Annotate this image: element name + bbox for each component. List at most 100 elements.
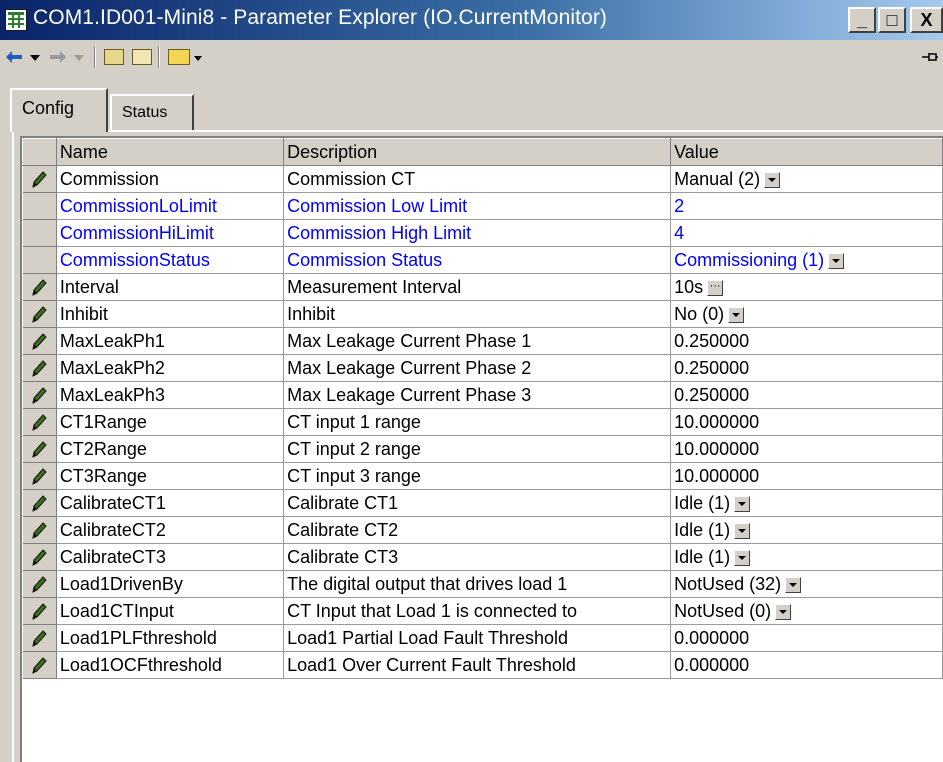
dropdown-arrow-icon[interactable]: [728, 306, 745, 323]
dropdown-arrow-icon: [74, 55, 84, 61]
pencil-icon: [32, 548, 47, 566]
title-bar[interactable]: COM1.ID001-Mini8 - Parameter Explorer (I…: [0, 0, 943, 40]
pencil-icon: [32, 359, 47, 377]
parameter-value-cell[interactable]: 0.000000: [670, 624, 943, 652]
table-row[interactable]: CalibrateCT1 Calibrate CT1 Idle (1): [22, 489, 943, 517]
parameter-value-cell[interactable]: Idle (1): [670, 543, 943, 571]
dropdown-arrow-icon[interactable]: [734, 522, 751, 539]
forward-arrow-icon: [50, 51, 66, 63]
parameter-value-cell[interactable]: Idle (1): [670, 516, 943, 544]
dropdown-arrow-icon: [30, 55, 40, 61]
dropdown-arrow-icon[interactable]: [775, 603, 792, 620]
minimize-button[interactable]: _: [848, 7, 876, 33]
parameter-value: NotUsed (32): [674, 573, 782, 594]
parameter-value: Idle (1): [674, 546, 731, 567]
folder-icon[interactable]: [132, 49, 152, 65]
parameter-name: Load1PLFthreshold: [56, 624, 285, 652]
parameter-description: CT Input that Load 1 is connected to: [283, 597, 672, 625]
pencil-icon: [32, 521, 47, 539]
ellipsis-button-icon[interactable]: ···: [707, 279, 724, 296]
parameter-description: CT input 3 range: [283, 462, 672, 490]
open-folder-icon[interactable]: [168, 49, 190, 65]
table-row[interactable]: CommissionHiLimit Commission High Limit 4: [22, 219, 943, 247]
forward-history-dropdown[interactable]: [72, 45, 86, 69]
parameter-description: Load1 Partial Load Fault Threshold: [283, 624, 672, 652]
table-row[interactable]: MaxLeakPh2 Max Leakage Current Phase 2 0.2…: [22, 354, 943, 382]
parameter-value-cell[interactable]: NotUsed (32): [670, 570, 943, 598]
table-row[interactable]: CT3Range CT input 3 range 10.000000: [22, 462, 943, 490]
column-header-value[interactable]: Value: [670, 138, 943, 166]
row-indicator: [22, 381, 57, 409]
parameter-value-cell[interactable]: 10.000000: [670, 408, 943, 436]
table-row[interactable]: Load1PLFthreshold Load1 Partial Load Faul…: [22, 624, 943, 652]
parameter-value: 0.000000: [674, 654, 750, 675]
row-indicator: [22, 624, 57, 652]
parameter-value: NotUsed (0): [674, 600, 772, 621]
table-row[interactable]: CT2Range CT input 2 range 10.000000: [22, 435, 943, 463]
parameter-name: MaxLeakPh2: [56, 354, 285, 382]
parameter-value-cell[interactable]: 0.000000: [670, 651, 943, 679]
parameter-value: 0.250000: [674, 330, 750, 351]
close-button[interactable]: X: [910, 7, 943, 33]
parameter-name: Commission: [56, 165, 285, 193]
back-history-dropdown[interactable]: [28, 45, 42, 69]
dropdown-arrow-icon[interactable]: [734, 549, 751, 566]
dropdown-arrow-icon[interactable]: [764, 171, 781, 188]
table-row[interactable]: Load1OCFthreshold Load1 Over Current Faul…: [22, 651, 943, 679]
parameter-value-cell[interactable]: 0.250000: [670, 381, 943, 409]
parameter-description: Max Leakage Current Phase 2: [283, 354, 672, 382]
parameter-value-cell[interactable]: 0.250000: [670, 327, 943, 355]
parameter-name: CT3Range: [56, 462, 285, 490]
parameter-value-cell[interactable]: Manual (2): [670, 165, 943, 193]
parameter-value: Idle (1): [674, 492, 731, 513]
table-row[interactable]: Interval Measurement Interval 10s ···: [22, 273, 943, 301]
table-row[interactable]: CommissionStatus Commission Status Commiss…: [22, 246, 943, 274]
parameter-value-cell[interactable]: 10.000000: [670, 435, 943, 463]
pencil-icon: [32, 440, 47, 458]
dropdown-arrow-icon[interactable]: [785, 576, 802, 593]
parameter-value-cell[interactable]: 10s ···: [670, 273, 943, 301]
parameter-value: Manual (2): [674, 168, 761, 189]
pin-icon[interactable]: [921, 50, 939, 64]
row-indicator: [22, 570, 57, 598]
parameter-description: Calibrate CT2: [283, 516, 672, 544]
table-row[interactable]: Load1DrivenBy The digital output that dri…: [22, 570, 943, 598]
row-indicator: [22, 408, 57, 436]
table-row[interactable]: Commission Commission CT Manual (2): [22, 165, 943, 193]
table-row[interactable]: MaxLeakPh1 Max Leakage Current Phase 1 0.2…: [22, 327, 943, 355]
tab-config[interactable]: Config: [10, 88, 108, 132]
table-row[interactable]: CT1Range CT input 1 range 10.000000: [22, 408, 943, 436]
table-row[interactable]: CalibrateCT3 Calibrate CT3 Idle (1): [22, 543, 943, 571]
parameter-value-cell[interactable]: 10.000000: [670, 462, 943, 490]
maximize-button[interactable]: □: [878, 7, 906, 33]
parameter-explorer-app-icon: [5, 9, 27, 31]
dropdown-arrow-icon[interactable]: [828, 252, 845, 269]
parameter-value-cell[interactable]: NotUsed (0): [670, 597, 943, 625]
parameter-value-cell[interactable]: 0.250000: [670, 354, 943, 382]
tab-status[interactable]: Status: [110, 94, 194, 130]
row-indicator: [22, 597, 57, 625]
table-row[interactable]: CommissionLoLimit Commission Low Limit 2: [22, 192, 943, 220]
row-indicator: [22, 543, 57, 571]
toolbar-separator: [158, 46, 160, 68]
open-folder-dropdown[interactable]: [192, 45, 204, 69]
folder-up-icon[interactable]: [104, 49, 124, 65]
parameter-value: 0.250000: [674, 384, 750, 405]
table-row[interactable]: Inhibit Inhibit No (0): [22, 300, 943, 328]
parameter-value-cell[interactable]: Idle (1): [670, 489, 943, 517]
back-button[interactable]: [4, 45, 24, 69]
pencil-icon: [32, 656, 47, 674]
indicator-column-header: [22, 138, 57, 166]
parameter-value-cell[interactable]: No (0): [670, 300, 943, 328]
column-header-name[interactable]: Name: [55, 138, 285, 166]
parameter-description: Load1 Over Current Fault Threshold: [283, 651, 672, 679]
column-header-description[interactable]: Description: [283, 138, 672, 166]
table-row[interactable]: MaxLeakPh3 Max Leakage Current Phase 3 0.2…: [22, 381, 943, 409]
table-row[interactable]: Load1CTInput CT Input that Load 1 is conn…: [22, 597, 943, 625]
dropdown-arrow-icon[interactable]: [734, 495, 751, 512]
forward-button[interactable]: [48, 45, 68, 69]
parameter-value: No (0): [674, 303, 725, 324]
window-title: COM1.ID001-Mini8 - Parameter Explorer (I…: [33, 6, 608, 29]
parameter-value: 2: [674, 195, 685, 216]
table-row[interactable]: CalibrateCT2 Calibrate CT2 Idle (1): [22, 516, 943, 544]
